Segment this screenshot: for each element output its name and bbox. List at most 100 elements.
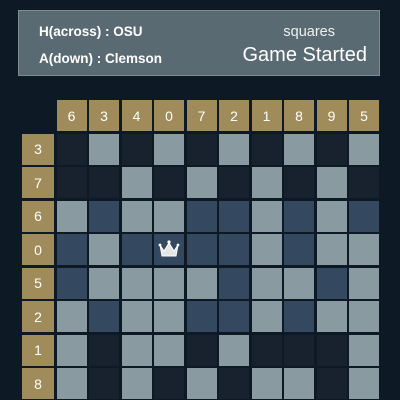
square-cell[interactable]: [154, 234, 184, 265]
square-cell[interactable]: [316, 200, 347, 232]
board-corner: [22, 100, 54, 131]
square-cell[interactable]: [186, 167, 217, 198]
column-number: 7: [186, 100, 217, 131]
square-cell[interactable]: [316, 334, 347, 366]
square-cell[interactable]: [121, 267, 152, 299]
column-number: 9: [316, 100, 347, 131]
square-cell[interactable]: [56, 301, 87, 332]
square-cell[interactable]: [89, 267, 119, 299]
column-number: 3: [89, 100, 119, 131]
square-cell[interactable]: [186, 133, 217, 165]
square-cell[interactable]: [349, 200, 379, 232]
row-number: 7: [22, 167, 54, 198]
column-number: 5: [349, 100, 379, 131]
square-cell[interactable]: [219, 334, 249, 366]
square-cell[interactable]: [284, 200, 314, 232]
square-cell[interactable]: [251, 368, 282, 399]
square-cell[interactable]: [154, 167, 184, 198]
square-cell[interactable]: [121, 301, 152, 332]
square-cell[interactable]: [219, 267, 249, 299]
square-cell[interactable]: [186, 368, 217, 399]
square-cell[interactable]: [89, 167, 119, 198]
square-cell[interactable]: [89, 133, 119, 165]
square-cell[interactable]: [154, 334, 184, 366]
square-cell[interactable]: [186, 267, 217, 299]
row-number: 5: [22, 267, 54, 299]
column-number: 2: [219, 100, 249, 131]
square-cell[interactable]: [56, 267, 87, 299]
game-header: H(across) : OSU A(down) : Clemson square…: [18, 10, 380, 76]
row-number: 3: [22, 133, 54, 165]
square-cell[interactable]: [56, 234, 87, 265]
square-cell[interactable]: [251, 167, 282, 198]
square-cell[interactable]: [349, 234, 379, 265]
square-cell[interactable]: [349, 368, 379, 399]
square-cell[interactable]: [121, 234, 152, 265]
square-cell[interactable]: [154, 368, 184, 399]
square-cell[interactable]: [251, 334, 282, 366]
square-cell[interactable]: [349, 334, 379, 366]
square-cell[interactable]: [56, 368, 87, 399]
square-cell[interactable]: [89, 200, 119, 232]
column-number: 8: [284, 100, 314, 131]
square-cell[interactable]: [154, 267, 184, 299]
square-cell[interactable]: [89, 334, 119, 366]
column-number: 0: [154, 100, 184, 131]
square-cell[interactable]: [349, 133, 379, 165]
square-cell[interactable]: [121, 133, 152, 165]
square-cell[interactable]: [219, 200, 249, 232]
game-status: Game Started: [242, 44, 367, 66]
square-cell[interactable]: [56, 334, 87, 366]
square-cell[interactable]: [284, 368, 314, 399]
square-cell[interactable]: [154, 133, 184, 165]
square-cell[interactable]: [219, 301, 249, 332]
square-cell[interactable]: [284, 301, 314, 332]
square-cell[interactable]: [186, 200, 217, 232]
square-cell[interactable]: [154, 200, 184, 232]
square-cell[interactable]: [186, 301, 217, 332]
square-cell[interactable]: [219, 234, 249, 265]
square-cell[interactable]: [56, 200, 87, 232]
column-number: 4: [121, 100, 152, 131]
square-cell[interactable]: [219, 133, 249, 165]
square-cell[interactable]: [89, 234, 119, 265]
square-cell[interactable]: [251, 234, 282, 265]
square-cell[interactable]: [219, 167, 249, 198]
square-cell[interactable]: [89, 301, 119, 332]
square-cell[interactable]: [284, 234, 314, 265]
square-cell[interactable]: [219, 368, 249, 399]
square-cell[interactable]: [186, 334, 217, 366]
square-cell[interactable]: [349, 167, 379, 198]
square-cell[interactable]: [316, 133, 347, 165]
square-cell[interactable]: [316, 234, 347, 265]
crown-icon: [158, 239, 180, 256]
column-number: 1: [251, 100, 282, 131]
square-cell[interactable]: [89, 368, 119, 399]
square-cell[interactable]: [186, 234, 217, 265]
squares-board: 634072189537605218: [22, 100, 379, 399]
square-cell[interactable]: [284, 334, 314, 366]
square-cell[interactable]: [251, 200, 282, 232]
square-cell[interactable]: [316, 301, 347, 332]
square-cell[interactable]: [121, 334, 152, 366]
square-cell[interactable]: [316, 368, 347, 399]
square-cell[interactable]: [284, 133, 314, 165]
square-cell[interactable]: [284, 267, 314, 299]
row-number: 2: [22, 301, 54, 332]
square-cell[interactable]: [56, 133, 87, 165]
row-number: 6: [22, 200, 54, 232]
square-cell[interactable]: [56, 167, 87, 198]
square-cell[interactable]: [316, 167, 347, 198]
square-cell[interactable]: [284, 167, 314, 198]
square-cell[interactable]: [121, 167, 152, 198]
square-cell[interactable]: [251, 301, 282, 332]
square-cell[interactable]: [349, 301, 379, 332]
square-cell[interactable]: [251, 267, 282, 299]
square-cell[interactable]: [251, 133, 282, 165]
square-cell[interactable]: [349, 267, 379, 299]
square-cell[interactable]: [154, 301, 184, 332]
square-cell[interactable]: [121, 200, 152, 232]
row-number: 8: [22, 368, 54, 399]
square-cell[interactable]: [316, 267, 347, 299]
square-cell[interactable]: [121, 368, 152, 399]
